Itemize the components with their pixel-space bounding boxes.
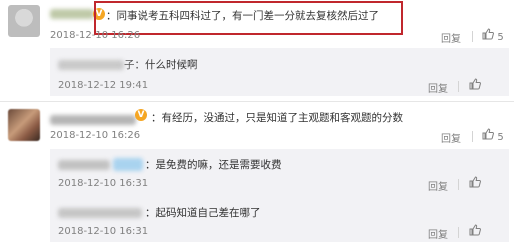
thumbs-up-icon: [482, 28, 494, 40]
reply-like-button[interactable]: [469, 176, 481, 191]
like-count: 5: [497, 132, 504, 143]
reply-author-name[interactable]: [58, 60, 124, 70]
reply-reply-button[interactable]: 回复: [428, 178, 448, 193]
comment-time: 2018-12-10 16:26: [50, 30, 141, 41]
action-divider: [458, 81, 459, 92]
reply-author-name[interactable]: [58, 208, 142, 218]
comment-text: ：同事说考五科四科过了，有一门差一分就去复核然后过了: [106, 10, 379, 22]
verified-badge-icon: V: [135, 109, 147, 121]
like-button[interactable]: 5: [482, 128, 504, 143]
reply-text: ：起码知道自己差在哪了: [145, 207, 261, 219]
reply-name-tail: 子：: [124, 59, 145, 71]
commenter-avatar[interactable]: [8, 109, 40, 141]
reply-reply-button[interactable]: 回复: [428, 80, 448, 95]
reply-like-button[interactable]: [469, 224, 481, 239]
commenter-avatar[interactable]: [8, 5, 40, 37]
action-divider: [458, 179, 459, 190]
action-divider: [472, 31, 473, 42]
reply-text: 什么时候啊: [145, 59, 198, 71]
reply-text: ：是免费的嘛，还是需要收费: [145, 159, 282, 171]
reply-button[interactable]: 回复: [441, 30, 461, 45]
reply-author-name-highlight: [113, 158, 143, 171]
reply-author-name[interactable]: [58, 160, 110, 170]
thumbs-up-icon: [469, 224, 481, 236]
thumbs-up-icon: [469, 176, 481, 188]
commenter-name[interactable]: [50, 9, 94, 19]
action-divider: [458, 227, 459, 238]
thumbs-up-icon: [482, 128, 494, 140]
reply-button[interactable]: 回复: [441, 130, 461, 145]
comment-text: ：有经历，没通过，只是知道了主观题和客观题的分数: [151, 112, 403, 124]
thumbs-up-icon: [469, 78, 481, 90]
reply-time: 2018-12-10 16:31: [58, 178, 149, 189]
reply-time: 2018-12-10 16:31: [58, 226, 149, 237]
like-button[interactable]: 5: [482, 28, 504, 43]
reply-time: 2018-12-12 19:41: [58, 80, 149, 91]
commenter-name[interactable]: [50, 115, 136, 125]
reply-reply-button[interactable]: 回复: [428, 226, 448, 241]
action-divider: [472, 131, 473, 142]
reply-like-button[interactable]: [469, 78, 481, 93]
comment-time: 2018-12-10 16:26: [50, 130, 141, 141]
like-count: 5: [497, 32, 504, 43]
comment-divider: [0, 101, 514, 102]
